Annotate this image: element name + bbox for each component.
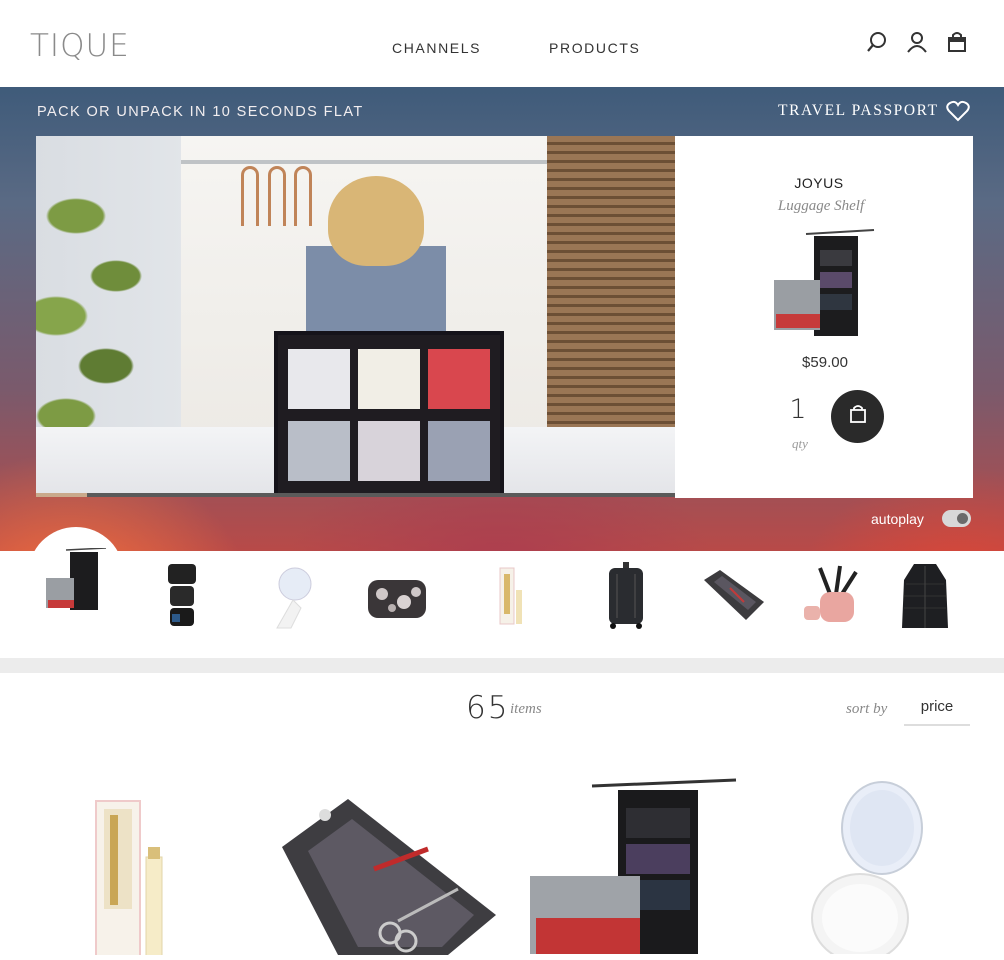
shopping-bag-icon[interactable]	[946, 30, 968, 54]
thumbnail-puffer-jacket[interactable]	[892, 560, 958, 630]
sort-select[interactable]: price	[904, 698, 970, 726]
item-count: 65	[466, 690, 510, 726]
thumbnail-bling-brush[interactable]	[480, 560, 546, 630]
autoplay-toggle[interactable]	[942, 510, 971, 527]
site-header: TIQUE CHANNELS PRODUCTS	[0, 0, 1004, 87]
hero-tagline: PACK OR UNPACK IN 10 SECONDS FLAT	[37, 104, 364, 120]
video-progress-bar[interactable]	[36, 493, 675, 497]
product-price: $59.00	[802, 354, 848, 371]
site-logo[interactable]: TIQUE	[30, 28, 130, 64]
video-progress-fill	[36, 493, 88, 497]
thumbnail-luggage-shelf[interactable]	[44, 547, 110, 618]
thumbnail-carry-on-suitcase[interactable]	[593, 560, 659, 630]
nav-products[interactable]: PRODUCTS	[549, 40, 640, 56]
autoplay-label: autoplay	[871, 511, 924, 527]
quantity-label: qty	[792, 436, 808, 451]
shopping-bag-icon	[849, 404, 867, 429]
item-count-label: items	[510, 701, 542, 717]
thumbnail-pink-brush-holder[interactable]	[800, 560, 866, 630]
thumbnail-packing-cubes[interactable]	[150, 560, 216, 630]
nav-channels[interactable]: CHANNELS	[392, 40, 481, 56]
main-nav: CHANNELS PRODUCTS	[392, 40, 640, 56]
header-icons	[866, 30, 968, 54]
thumbnail-folding-mirror[interactable]	[257, 560, 323, 630]
section-divider	[0, 658, 1004, 673]
add-to-cart-button[interactable]	[831, 390, 884, 443]
channel-link[interactable]: TRAVEL PASSPORT	[778, 102, 939, 120]
product-tile-bling-brush[interactable]	[90, 795, 180, 960]
product-tile-folding-mirror[interactable]	[800, 778, 930, 960]
quantity-input[interactable]: 1	[775, 394, 821, 425]
user-icon[interactable]	[906, 30, 928, 54]
heart-icon[interactable]	[946, 100, 970, 122]
product-brand: JOYUS	[794, 175, 844, 191]
product-tile-manicure-roll-case[interactable]	[278, 795, 498, 955]
thumbnail-floral-cosmetic-case[interactable]	[364, 562, 430, 632]
featured-product-card: JOYUS Luggage Shelf $59.00 1 qty	[675, 136, 973, 498]
product-tile-luggage-shelf[interactable]	[526, 778, 740, 954]
product-name[interactable]: Luggage Shelf	[675, 198, 967, 215]
hero-section: PACK OR UNPACK IN 10 SECONDS FLAT TRAVEL…	[0, 87, 1004, 551]
video-player[interactable]	[36, 136, 675, 497]
search-icon[interactable]	[866, 30, 888, 54]
sort-by-label: sort by	[846, 701, 888, 717]
product-image-luggage-shelf[interactable]	[770, 228, 880, 338]
thumbnail-manicure-roll-case[interactable]	[700, 562, 766, 632]
